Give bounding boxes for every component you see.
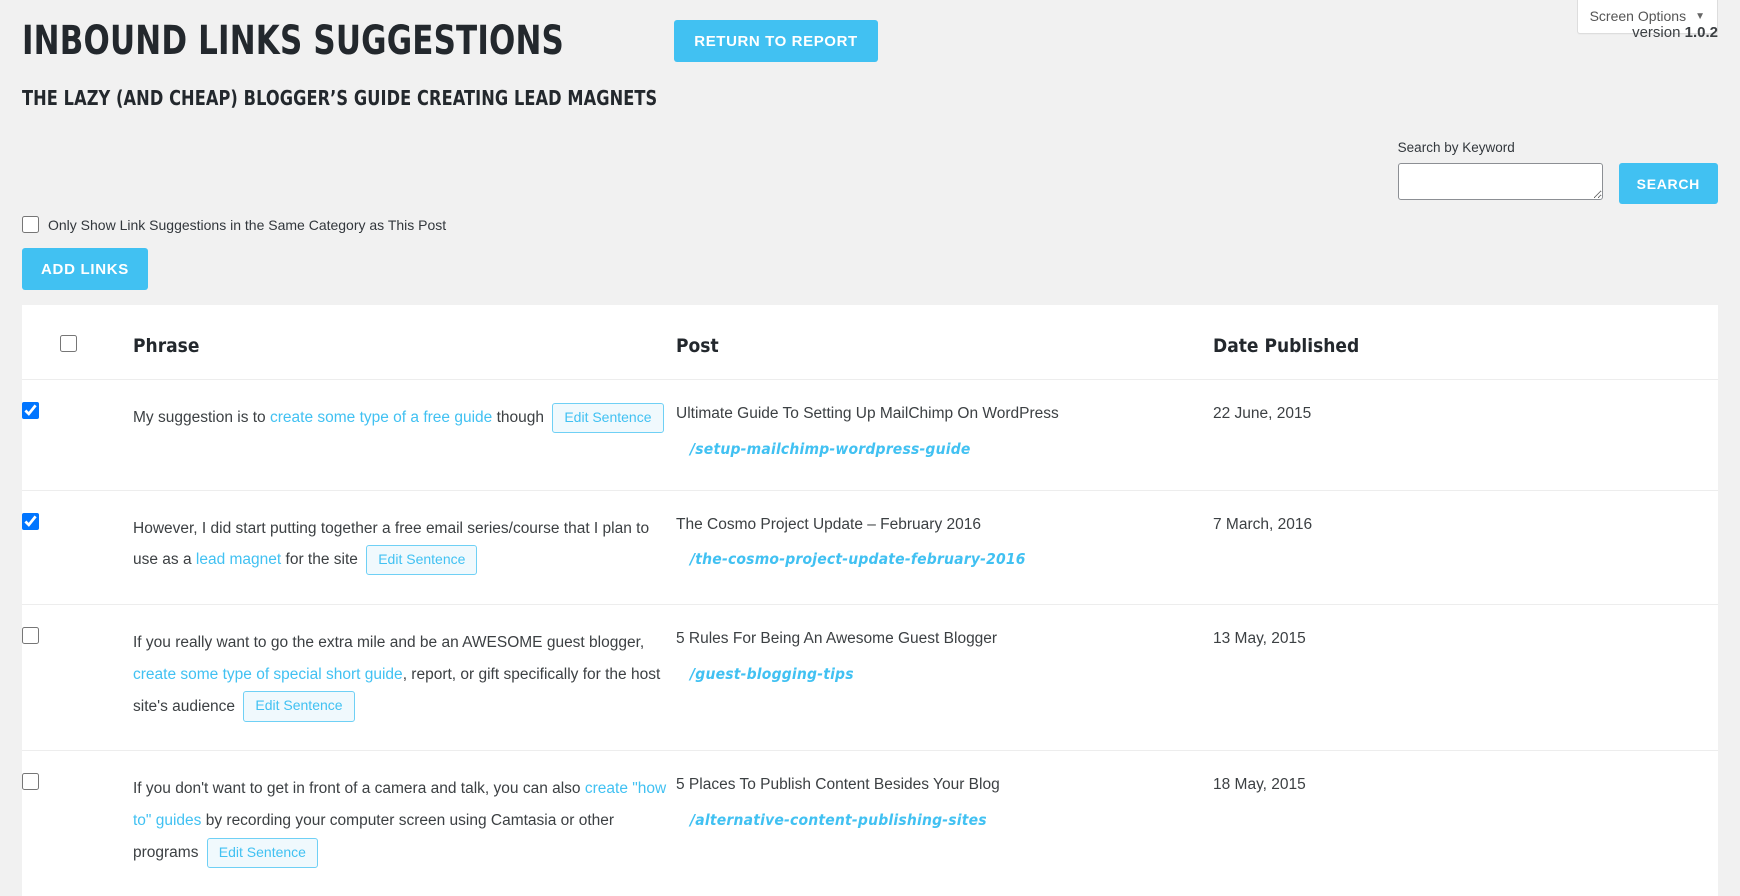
same-category-filter[interactable]: Only Show Link Suggestions in the Same C… xyxy=(22,216,446,233)
table-row: However, I did start putting together a … xyxy=(22,489,1718,605)
version-number: 1.0.2 xyxy=(1684,24,1718,41)
search-button[interactable]: Search xyxy=(1618,163,1718,204)
post-title: 5 Rules For Being An Awesome Guest Blogg… xyxy=(676,630,998,648)
date-published-cell: 18 May, 2015 xyxy=(1213,750,1718,896)
column-header-date: Date Published xyxy=(1213,335,1360,357)
table-row: My suggestion is to create some type of … xyxy=(22,379,1718,491)
phrase-anchor-link[interactable]: create some type of a free guide xyxy=(270,409,492,426)
edit-sentence-button[interactable]: Edit Sentence xyxy=(366,545,478,576)
phrase-text-before: If you really want to go the extra mile … xyxy=(133,634,645,652)
post-title: 5 Places To Publish Content Besides Your… xyxy=(676,776,1000,794)
column-header-phrase: Phrase xyxy=(133,335,200,357)
admin-page: Screen Options ▼ Inbound Links Suggestio… xyxy=(0,0,1740,896)
select-all-checkbox[interactable] xyxy=(60,335,77,352)
page-title: Inbound Links Suggestions xyxy=(22,18,565,64)
post-cell: 5 Places To Publish Content Besides Your… xyxy=(676,750,1213,896)
phrase-text-after: for the site xyxy=(281,551,358,569)
phrase-text-after: though xyxy=(492,409,545,426)
phrase-text-after: by recording your computer screen using … xyxy=(133,812,615,861)
phrase-anchor-link[interactable]: create some type of special short guide xyxy=(133,666,403,683)
post-subtitle: The Lazy (and Cheap) Blogger’s Guide Cre… xyxy=(22,86,658,110)
post-cell: 5 Rules For Being An Awesome Guest Blogg… xyxy=(676,604,1213,751)
row-select-checkbox[interactable] xyxy=(22,773,39,791)
page-header: Inbound Links Suggestions Return to Repo… xyxy=(22,18,878,64)
phrase-text-before: If you don't want to get in front of a c… xyxy=(133,780,585,798)
version-label: version 1.0.2 xyxy=(1632,24,1718,41)
row-select-checkbox[interactable] xyxy=(22,627,39,645)
phrase-text-before: My suggestion is to xyxy=(133,409,270,426)
phrase-cell: If you really want to go the extra mile … xyxy=(133,604,676,751)
row-select-checkbox[interactable] xyxy=(22,402,39,419)
chevron-down-icon: ▼ xyxy=(1695,10,1705,22)
add-links-button[interactable]: Add Links xyxy=(22,248,148,290)
column-header-post: Post xyxy=(676,335,719,357)
row-select-cell xyxy=(22,379,133,491)
table-header-row: Phrase Post Date Published xyxy=(22,305,1718,380)
phrase-cell: If you don't want to get in front of a c… xyxy=(133,750,676,896)
date-published-cell: 22 June, 2015 xyxy=(1213,379,1718,491)
post-cell: The Cosmo Project Update – February 2016… xyxy=(676,489,1213,605)
row-select-checkbox[interactable] xyxy=(22,512,39,530)
select-all-header xyxy=(22,305,133,380)
suggestions-table-body: My suggestion is to create some type of … xyxy=(22,379,1718,896)
screen-options-label: Screen Options xyxy=(1589,8,1687,24)
date-published-cell: 13 May, 2015 xyxy=(1213,604,1718,751)
post-slug-link[interactable]: /the-cosmo-project-update-february-2016 xyxy=(690,547,1213,572)
phrase-anchor-link[interactable]: lead magnet xyxy=(196,551,281,568)
row-select-cell xyxy=(22,750,133,896)
search-input[interactable] xyxy=(1397,163,1603,200)
post-cell: Ultimate Guide To Setting Up MailChimp O… xyxy=(676,379,1213,491)
suggestions-table: Phrase Post Date Published My suggestion… xyxy=(22,305,1718,896)
table-row: If you don't want to get in front of a c… xyxy=(22,750,1718,896)
search-block: Search by Keyword Search xyxy=(1397,140,1718,204)
add-links-wrap: Add Links xyxy=(22,248,148,290)
date-published-cell: 7 March, 2016 xyxy=(1213,489,1718,605)
post-title: The Cosmo Project Update – February 2016 xyxy=(676,515,981,533)
phrase-cell: My suggestion is to create some type of … xyxy=(133,379,676,491)
version-word: version xyxy=(1632,24,1681,41)
return-to-report-button[interactable]: Return to Report xyxy=(674,20,878,62)
post-title: Ultimate Guide To Setting Up MailChimp O… xyxy=(676,405,1059,422)
post-slug-link[interactable]: /guest-blogging-tips xyxy=(690,662,1213,687)
row-select-cell xyxy=(22,604,133,751)
search-label: Search by Keyword xyxy=(1397,140,1515,155)
post-slug-link[interactable]: /alternative-content-publishing-sites xyxy=(690,808,1213,833)
suggestions-table-wrap: Phrase Post Date Published My suggestion… xyxy=(22,305,1718,896)
post-slug-link[interactable]: /setup-mailchimp-wordpress-guide xyxy=(690,437,1213,462)
row-select-cell xyxy=(22,489,133,605)
edit-sentence-button[interactable]: Edit Sentence xyxy=(243,691,355,722)
phrase-cell: However, I did start putting together a … xyxy=(133,489,676,605)
same-category-checkbox[interactable] xyxy=(22,216,39,233)
edit-sentence-button[interactable]: Edit Sentence xyxy=(552,402,664,434)
edit-sentence-button[interactable]: Edit Sentence xyxy=(206,837,318,869)
same-category-label[interactable]: Only Show Link Suggestions in the Same C… xyxy=(48,217,446,233)
table-row: If you really want to go the extra mile … xyxy=(22,604,1718,751)
